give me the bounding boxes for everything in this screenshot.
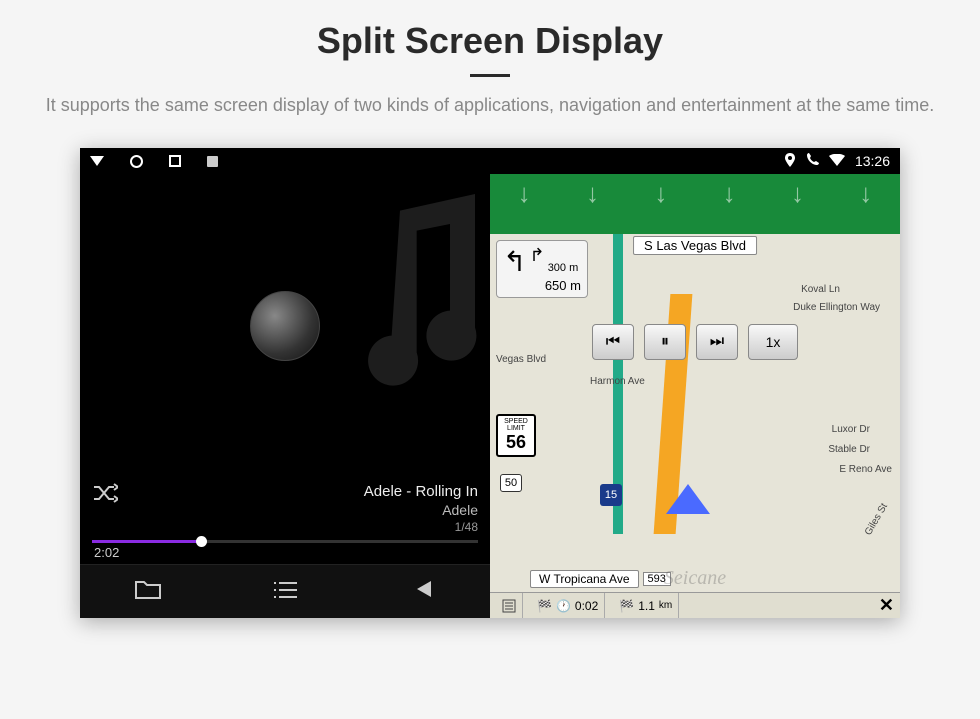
lane-arrow-icon: ↓ [518,178,531,209]
map-label: Stable Dr [828,444,870,455]
sim-controls: ⏮ ⏸ ⏭ 1x [592,324,798,360]
music-note-icon [340,194,510,399]
sim-rate-button[interactable]: 1x [748,324,798,360]
music-bottom-bar [80,564,490,618]
home-icon[interactable] [130,155,143,168]
recent-icon[interactable] [169,155,181,167]
speed-limit-sign: SPEED LIMIT 56 [496,414,536,457]
vehicle-position-icon [666,484,710,514]
map-label: E Reno Ave [839,464,892,475]
map-label: Giles St [863,502,890,538]
folder-button[interactable] [81,579,216,605]
location-icon [784,153,796,170]
status-bar: 13:26 [80,148,900,174]
lane-arrow-icon: ↓ [859,178,872,209]
player-bar: Adele - Rolling In Adele 1/48 2:02 [80,477,490,564]
street-label-bottom: W Tropicana Ave [530,570,639,588]
map-label: Duke Ellington Way [793,302,880,313]
lane-arrow-icon: ↓ [723,178,736,209]
track-artist: Adele [364,502,478,518]
watermark-text: Seicane [664,567,726,590]
turn-instruction-box: ↰ ↱ 300 m 650 m [496,240,588,298]
page-title: Split Screen Display [40,20,940,62]
remaining-distance: 🏁 1.1 km [613,593,679,618]
interstate-shield-icon: 15 [600,484,622,506]
wifi-icon [829,153,845,169]
map-label: Harmon Ave [590,376,645,387]
street-label-top: S Las Vegas Blvd [633,236,757,255]
clock-time: 13:26 [855,153,890,169]
turn-left-icon: ↰ [503,245,526,278]
previous-button[interactable] [354,579,489,605]
music-pane: Adele - Rolling In Adele 1/48 2:02 [80,174,490,618]
phone-icon [806,153,819,169]
track-counter: 1/48 [364,520,478,534]
clock-icon: 🕐 [556,599,571,613]
playlist-button[interactable] [217,579,352,605]
flag-icon: 🏁 [619,599,634,613]
gallery-icon[interactable] [207,156,218,167]
flag-icon: 🏁 [537,599,552,613]
sim-prev-button[interactable]: ⏮ [592,324,634,360]
lane-arrow-icon: ↓ [654,178,667,209]
route-shield-icon: 50 [500,474,522,492]
page-header: Split Screen Display It supports the sam… [0,0,980,128]
eta-time: 🏁 🕐 0:02 [531,593,605,618]
page-subtitle: It supports the same screen display of t… [40,93,940,118]
progress-bar[interactable] [92,540,478,543]
elapsed-time: 2:02 [92,545,478,560]
lane-arrow-icon: ↓ [791,178,804,209]
map-label: Vegas Blvd [496,354,546,365]
sim-next-button[interactable]: ⏭ [696,324,738,360]
device-screen: 13:26 Adele - Rolling In Adele [80,148,900,618]
close-button[interactable]: ✕ [879,595,894,616]
turn-right-icon: ↱ [530,245,545,266]
title-divider [470,74,510,77]
navigation-pane: ↓ ↓ ↓ ↓ ↓ ↓ S Las Vegas Blvd ↰ ↱ 300 m 6… [490,174,900,618]
shuffle-icon[interactable] [92,483,118,509]
sim-pause-button[interactable]: ⏸ [644,324,686,360]
album-art-area [80,174,490,477]
joystick-control[interactable] [250,291,320,361]
speed-limit-value: 56 [498,432,534,453]
lane-guidance-bar: ↓ ↓ ↓ ↓ ↓ ↓ [490,174,900,234]
map-label: Koval Ln [801,284,840,295]
track-title: Adele - Rolling In [364,483,478,500]
turn-distance: 650 [545,278,567,293]
options-button[interactable] [496,593,523,618]
back-icon[interactable] [90,156,104,166]
map-label: Luxor Dr [832,424,870,435]
nav-bottom-bar: 🏁 🕐 0:02 🏁 1.1 km ✕ [490,592,900,618]
lane-arrow-icon: ↓ [586,178,599,209]
